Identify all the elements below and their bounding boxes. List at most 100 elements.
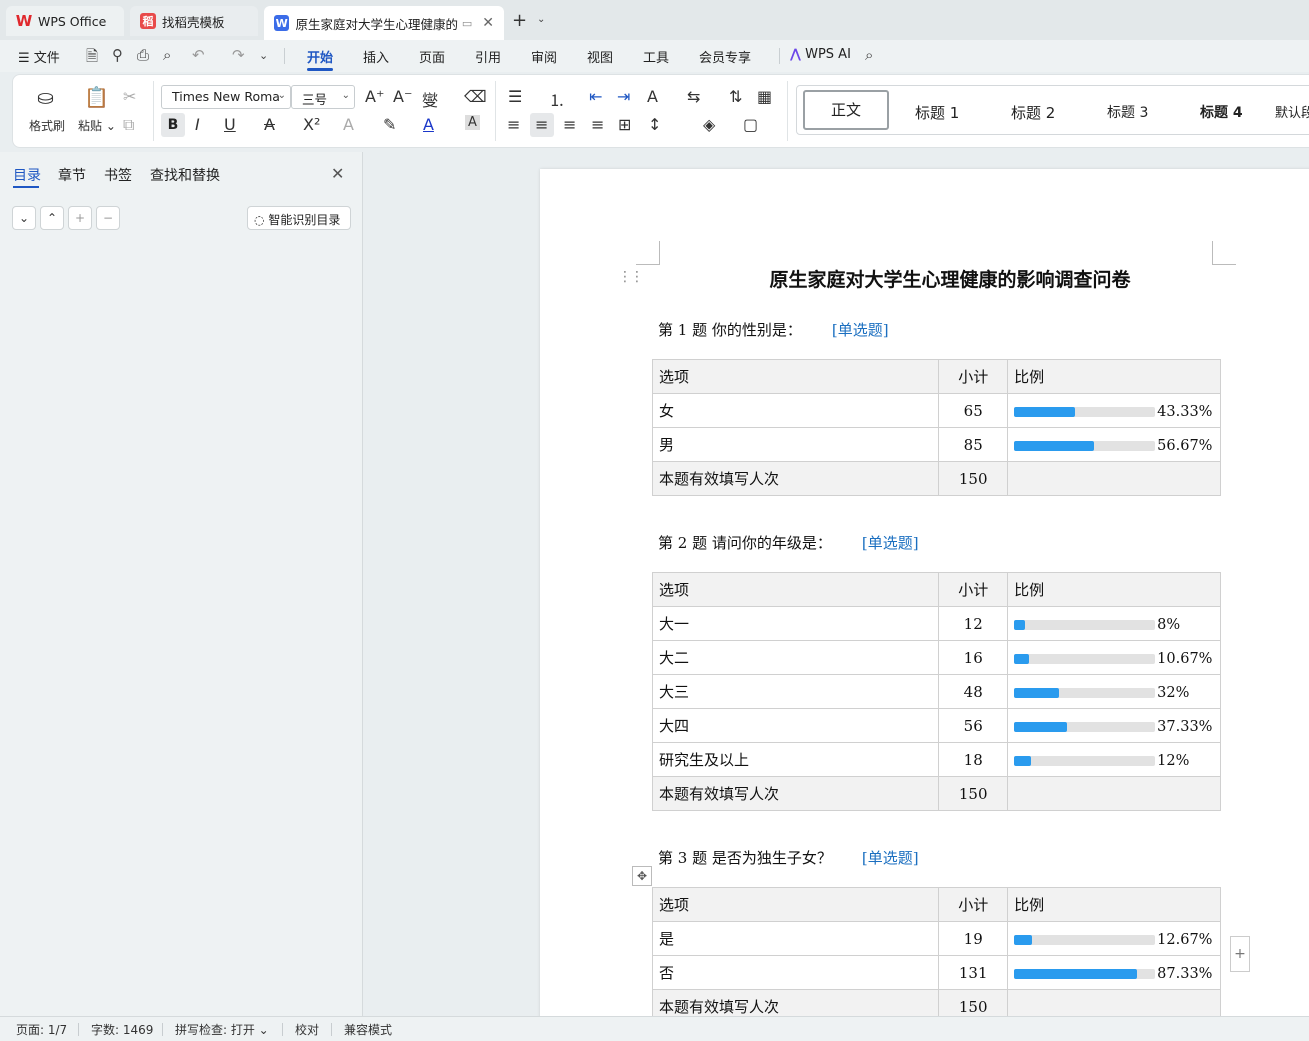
word-doc-icon: W bbox=[274, 15, 290, 31]
menu-review[interactable]: 审阅 bbox=[531, 47, 557, 66]
menu-home[interactable]: 开始 bbox=[307, 47, 333, 66]
remove-heading-button[interactable]: − bbox=[96, 206, 120, 230]
border-icon[interactable]: ▢ bbox=[743, 115, 758, 134]
document-page[interactable]: ⋮⋮ 原生家庭对大学生心理健康的影响调查问卷 第 1 题 你的性别是： [单选题]… bbox=[540, 169, 1309, 1016]
smart-toc-button[interactable]: ◌ 智能识别目录 bbox=[247, 206, 351, 230]
ratio-cell: 12.67% bbox=[1007, 921, 1221, 956]
collapse-up-button[interactable]: ⌃ bbox=[40, 206, 64, 230]
distribute-icon[interactable]: ⊞ bbox=[618, 115, 631, 134]
style-heading-2[interactable]: 标题 2 bbox=[1011, 102, 1055, 123]
justify-icon[interactable]: ≡ bbox=[591, 115, 604, 134]
menu-page[interactable]: 页面 bbox=[419, 47, 445, 66]
font-color-icon[interactable]: A bbox=[423, 115, 434, 134]
phonetic-guide-icon[interactable]: 燮 bbox=[422, 87, 438, 111]
menu-file-button[interactable]: ☰ 文件 bbox=[18, 47, 60, 66]
nav-tab-find-replace[interactable]: 查找和替换 bbox=[150, 165, 220, 185]
menu-view[interactable]: 视图 bbox=[587, 47, 613, 66]
table-header-row: 选项 小计 比例 bbox=[651, 359, 1221, 394]
monitor-icon: ▭ bbox=[461, 16, 473, 30]
tab-document[interactable]: W 原生家庭对大学生心理健康的影响调查问卷 ▭ ✕ bbox=[264, 6, 504, 40]
align-center-icon[interactable]: ≡ bbox=[535, 115, 548, 134]
tab-wps-office[interactable]: W WPS Office bbox=[6, 6, 124, 36]
increase-font-icon[interactable]: A⁺ bbox=[365, 87, 384, 106]
ratio-percent: 32% bbox=[1157, 684, 1190, 701]
status-proofread[interactable]: 校对 bbox=[295, 1021, 319, 1038]
style-heading-3[interactable]: 标题 3 bbox=[1107, 102, 1148, 122]
increase-indent-icon[interactable]: ⇥ bbox=[617, 87, 630, 106]
chinese-layout-icon[interactable]: A bbox=[647, 87, 658, 106]
expand-down-button[interactable]: ⌄ bbox=[12, 206, 36, 230]
style-heading-4[interactable]: 标题 4 bbox=[1200, 102, 1243, 122]
close-tab-icon[interactable]: ✕ bbox=[482, 15, 494, 31]
navigation-pane: 目录 章节 书签 查找和替换 ✕ ⌄ ⌃ + − ◌ 智能识别目录 bbox=[0, 152, 363, 1016]
status-word-count[interactable]: 字数: 1469 bbox=[91, 1021, 153, 1038]
italic-icon[interactable]: I bbox=[195, 115, 200, 134]
cut-icon[interactable]: ✂ bbox=[123, 87, 136, 106]
paste-button[interactable]: 粘贴 ⌄ bbox=[78, 117, 116, 134]
add-heading-button[interactable]: + bbox=[68, 206, 92, 230]
nav-tab-bookmarks[interactable]: 书签 bbox=[104, 165, 132, 185]
result-table: 选项 小计 比例是 19 12.67% 否 131 87.33% 本题有效填写人次 150 bbox=[651, 887, 1221, 1016]
close-icon[interactable]: ✕ bbox=[331, 164, 344, 183]
show-marks-icon[interactable]: ▦ bbox=[757, 87, 772, 106]
menu-insert[interactable]: 插入 bbox=[363, 47, 389, 66]
total-label: 本题有效填写人次 bbox=[651, 989, 940, 1016]
menu-references[interactable]: 引用 bbox=[475, 47, 501, 66]
wps-ai-button[interactable]: ⋀ WPS AI bbox=[790, 47, 851, 62]
new-tab-icon[interactable]: + bbox=[512, 10, 527, 31]
style-default-paragraph[interactable]: 默认段 bbox=[1275, 102, 1309, 121]
format-painter-button[interactable]: 格式刷 bbox=[29, 117, 65, 134]
status-page[interactable]: 页面: 1/7 bbox=[16, 1021, 67, 1038]
undo-icon[interactable]: ↶ bbox=[192, 46, 205, 64]
table-header-row: 选项 小计 比例 bbox=[651, 572, 1221, 607]
tab-label: WPS Office bbox=[38, 13, 107, 29]
question-text: 第 1 题 你的性别是： bbox=[658, 321, 802, 339]
count-cell: 131 bbox=[938, 955, 1009, 990]
sort-icon[interactable]: ⇅ bbox=[729, 87, 742, 106]
ratio-bar-fill bbox=[1014, 755, 1032, 766]
ratio-bar-fill bbox=[1014, 440, 1095, 451]
copy-icon[interactable]: ⧉ bbox=[123, 115, 134, 135]
redo-icon[interactable]: ↷ bbox=[232, 46, 245, 64]
divider bbox=[153, 81, 154, 141]
status-spellcheck[interactable]: 拼写检查: 打开 ⌄ bbox=[175, 1021, 269, 1038]
share-icon[interactable]: ⚲ bbox=[112, 46, 123, 64]
chevron-down-icon[interactable]: ⌄ bbox=[537, 14, 545, 25]
menu-member[interactable]: 会员专享 bbox=[699, 47, 751, 66]
nav-tab-sections[interactable]: 章节 bbox=[58, 165, 86, 185]
table-row: 否 131 87.33% bbox=[651, 955, 1221, 990]
align-left-icon[interactable]: ≡ bbox=[507, 115, 520, 134]
chevron-down-icon[interactable]: ⌄ bbox=[259, 49, 268, 62]
text-direction-icon[interactable]: ⇆ bbox=[687, 87, 700, 106]
clear-format-icon[interactable]: ⌫ bbox=[464, 87, 487, 106]
superscript-icon[interactable]: X² bbox=[303, 115, 320, 134]
nav-tab-toc[interactable]: 目录 bbox=[13, 165, 41, 185]
align-right-icon[interactable]: ≡ bbox=[563, 115, 576, 134]
menu-tools[interactable]: 工具 bbox=[643, 47, 669, 66]
strikethrough-icon[interactable]: A bbox=[264, 115, 275, 134]
table-move-icon[interactable]: ✥ bbox=[632, 866, 652, 886]
format-painter-icon: ⛀ bbox=[37, 85, 54, 109]
print-icon[interactable]: ⎙ bbox=[137, 46, 149, 64]
line-spacing-icon[interactable]: ↕ bbox=[648, 115, 661, 134]
font-size-select[interactable]: 三号 ⌄ bbox=[291, 85, 355, 109]
font-name-select[interactable]: Times New Roma ⌄ bbox=[161, 85, 291, 109]
bold-button[interactable]: B bbox=[161, 113, 185, 137]
style-normal[interactable]: 正文 bbox=[803, 90, 889, 130]
char-shading-icon[interactable]: A bbox=[465, 115, 480, 130]
shading-icon[interactable]: ◈ bbox=[703, 115, 715, 134]
decrease-indent-icon[interactable]: ⇤ bbox=[589, 87, 602, 106]
highlight-icon[interactable]: ✎ bbox=[383, 115, 396, 134]
print-preview-icon[interactable]: ⌕ bbox=[163, 46, 171, 64]
underline-icon[interactable]: U bbox=[224, 115, 236, 134]
document-workspace: ⋮⋮ 原生家庭对大学生心理健康的影响调查问卷 第 1 题 你的性别是： [单选题]… bbox=[364, 152, 1309, 1016]
save-icon[interactable]: 🗎 bbox=[86, 46, 98, 71]
numbered-list-icon[interactable]: ⒈ bbox=[549, 87, 565, 111]
search-icon[interactable]: ⌕ bbox=[865, 46, 873, 64]
decrease-font-icon[interactable]: A⁻ bbox=[393, 87, 412, 106]
tab-templates[interactable]: 稻 找稻壳模板 bbox=[130, 6, 258, 36]
add-row-icon[interactable]: + bbox=[1230, 936, 1250, 972]
bullet-list-icon[interactable]: ☰ bbox=[508, 87, 522, 106]
text-effect-icon[interactable]: A bbox=[343, 115, 354, 134]
style-heading-1[interactable]: 标题 1 bbox=[915, 102, 959, 123]
